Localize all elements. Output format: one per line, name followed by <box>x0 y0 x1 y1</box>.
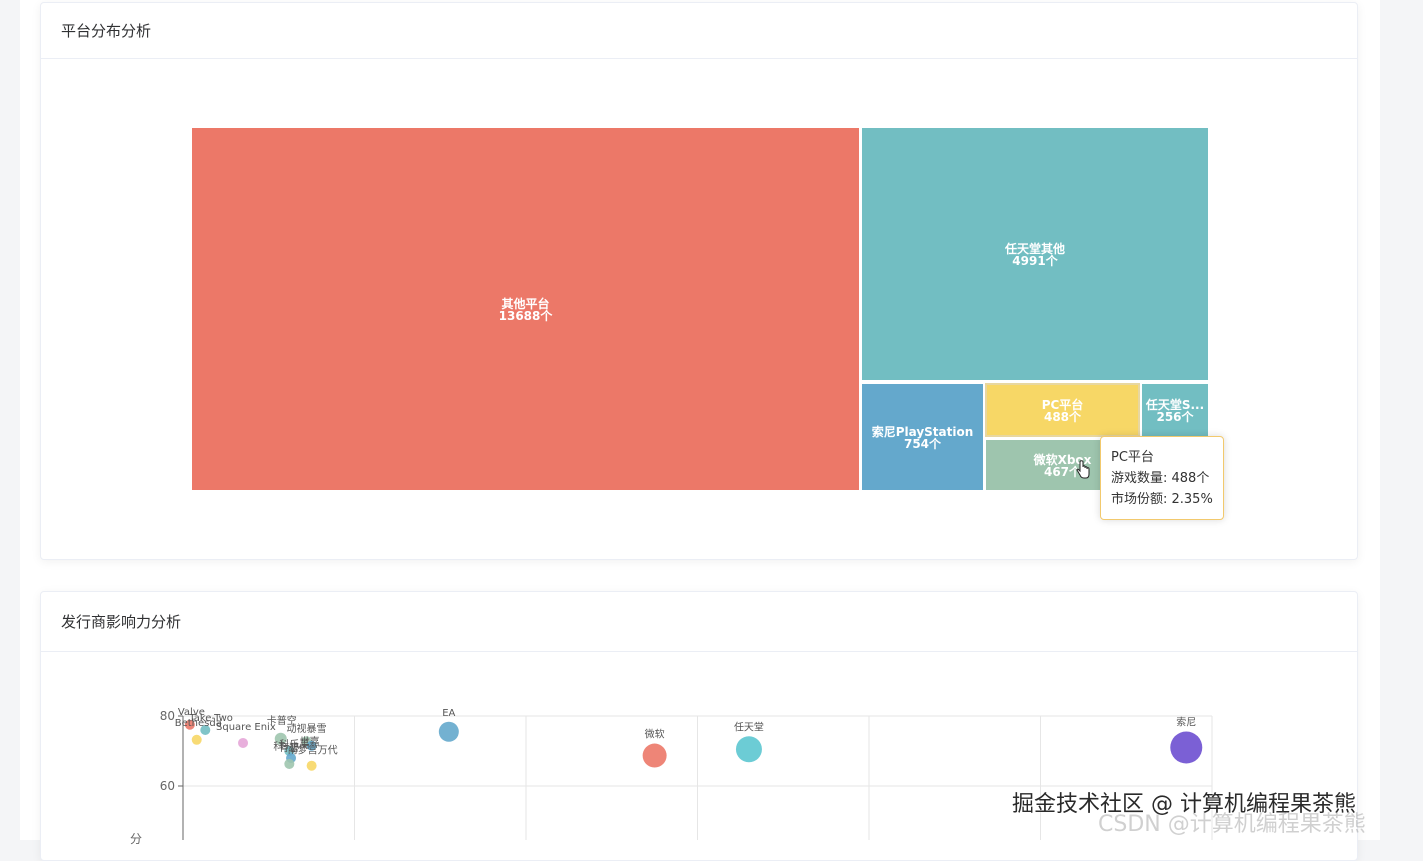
scatter-point[interactable] <box>284 758 295 769</box>
scatter-point-label: EA <box>442 708 455 719</box>
scatter-point-label: 科 <box>273 740 283 753</box>
scatter-point[interactable] <box>238 737 249 748</box>
hand-cursor-icon <box>1076 460 1090 479</box>
scatter-point-label: Bethesda <box>175 718 222 729</box>
scatter-y-axis-label: 分 <box>130 832 142 846</box>
scatter-point-label: 动视暴雪 <box>286 722 326 735</box>
scatter-point-label: 微软 <box>645 728 665 741</box>
tooltip-count: 游戏数量: 488个 <box>1111 471 1210 486</box>
scatter-point[interactable] <box>1170 731 1203 764</box>
tooltip-title: PC平台 <box>1111 450 1154 465</box>
scatter-point-label: 任天堂 <box>734 720 764 733</box>
scatter-y-tick-label: 60 <box>160 779 175 793</box>
treemap-tooltip: PC平台 游戏数量: 488个 市场份额: 2.35% <box>1100 436 1224 520</box>
scatter-point-label: 索尼 <box>1176 716 1196 729</box>
scatter-point[interactable] <box>642 743 667 768</box>
scatter-point[interactable] <box>306 760 317 771</box>
scatter-point-label: 南梦宫万代 <box>288 744 338 757</box>
scatter-point[interactable] <box>438 721 459 742</box>
csdn-watermark: CSDN @计算机编程果茶熊 <box>1098 812 1366 837</box>
scatter-y-tick-label: 80 <box>160 709 175 723</box>
tooltip-share: 市场份额: 2.35% <box>1111 492 1213 507</box>
scatter-point[interactable] <box>191 734 202 745</box>
publisher-scatter: 6080分ValveTake-TwoBethesdaSquare Enix卡普空… <box>130 707 1213 846</box>
scatter-point[interactable] <box>735 736 762 763</box>
